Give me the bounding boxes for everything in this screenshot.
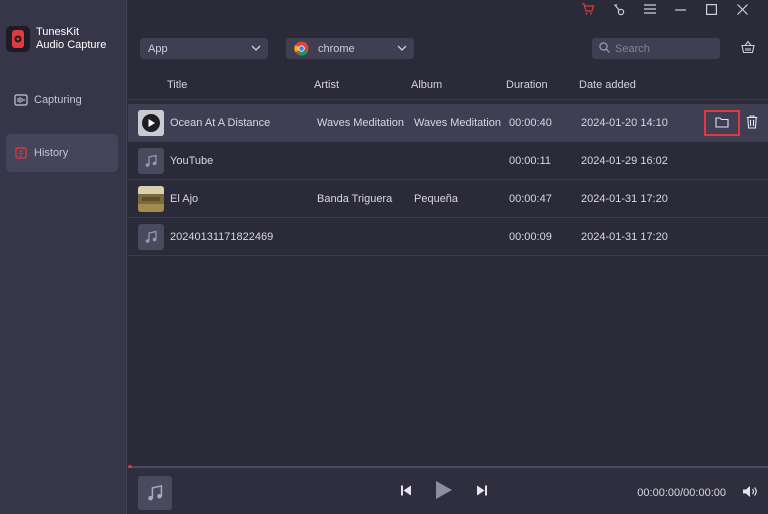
column-artist: Artist xyxy=(314,79,340,91)
sidebar-item-capturing[interactable]: Capturing xyxy=(6,81,118,119)
row-title: YouTube xyxy=(170,155,214,167)
browser-filter-value: chrome xyxy=(318,42,355,55)
delete-icon[interactable] xyxy=(746,114,758,132)
row-album: Waves Meditation xyxy=(414,117,502,129)
table-header: Title Artist Album Duration Date added xyxy=(128,72,768,100)
maximize-icon[interactable] xyxy=(696,0,727,18)
app-filter-dropdown[interactable]: App xyxy=(140,38,268,59)
cart-icon[interactable] xyxy=(572,0,603,18)
row-date: 2024-01-20 14:10 xyxy=(581,117,668,129)
search-box xyxy=(592,38,720,59)
music-note-icon xyxy=(138,148,164,174)
volume-icon[interactable] xyxy=(742,485,758,501)
row-actions xyxy=(704,110,758,136)
playback-time: 00:00:00/00:00:00 xyxy=(637,487,726,499)
app-name-line1: TunesKit xyxy=(36,26,80,38)
main-panel: App chrome Search Title Artist Album Dur… xyxy=(128,0,768,514)
chevron-down-icon xyxy=(397,43,407,56)
app-name-line2: Audio Capture xyxy=(36,39,107,51)
row-duration: 00:00:11 xyxy=(509,155,552,167)
search-input[interactable] xyxy=(615,42,715,55)
row-title: El Ajo xyxy=(170,193,199,205)
open-folder-button[interactable] xyxy=(704,110,740,136)
row-title: 20240131171822469 xyxy=(170,231,274,243)
row-duration: 00:00:40 xyxy=(509,117,552,129)
album-cover-icon xyxy=(138,186,164,212)
capture-icon xyxy=(14,93,28,107)
folder-icon xyxy=(715,116,729,131)
clear-basket-icon[interactable] xyxy=(741,40,755,57)
app-logo-icon xyxy=(6,26,30,52)
row-title: Ocean At A Distance xyxy=(170,117,271,129)
sidebar-item-label: Capturing xyxy=(34,94,82,106)
column-title: Title xyxy=(167,79,188,91)
play-icon[interactable] xyxy=(416,480,472,500)
history-icon xyxy=(14,146,28,160)
table-row[interactable]: YouTube 00:00:11 2024-01-29 16:02 xyxy=(128,142,768,180)
row-duration: 00:00:09 xyxy=(509,231,552,243)
sidebar-item-label: History xyxy=(34,147,69,159)
player-bar: 00:00:00/00:00:00 xyxy=(128,468,768,514)
menu-icon[interactable] xyxy=(634,0,665,18)
row-date: 2024-01-31 17:20 xyxy=(581,231,668,243)
row-album: Pequeña xyxy=(414,193,459,205)
row-artist: Banda Triguera xyxy=(317,193,393,205)
filter-bar: App chrome xyxy=(140,38,755,60)
table-row[interactable]: El Ajo Banda Triguera Pequeña 00:00:47 2… xyxy=(128,180,768,218)
column-date-added: Date added xyxy=(579,79,636,91)
window-controls xyxy=(572,0,758,18)
album-cover-icon xyxy=(138,110,164,136)
close-icon[interactable] xyxy=(727,0,758,18)
browser-filter-dropdown[interactable]: chrome xyxy=(286,38,414,59)
playback-controls xyxy=(396,480,492,500)
next-icon[interactable] xyxy=(472,485,492,496)
sidebar: TunesKit Audio Capture Capturing History xyxy=(0,0,127,514)
row-duration: 00:00:47 xyxy=(509,193,552,205)
app-brand: TunesKit Audio Capture xyxy=(6,26,106,52)
app-filter-value: App xyxy=(148,42,168,55)
sidebar-item-history[interactable]: History xyxy=(6,134,118,172)
chrome-icon xyxy=(294,41,309,56)
table-row[interactable]: Ocean At A Distance Waves Meditation Wav… xyxy=(128,104,768,142)
row-date: 2024-01-31 17:20 xyxy=(581,193,668,205)
chevron-down-icon xyxy=(251,43,261,56)
search-icon xyxy=(599,41,610,56)
minimize-icon[interactable] xyxy=(665,0,696,18)
row-date: 2024-01-29 16:02 xyxy=(581,155,668,167)
table-row[interactable]: 20240131171822469 00:00:09 2024-01-31 17… xyxy=(128,218,768,256)
key-icon[interactable] xyxy=(603,0,634,18)
column-album: Album xyxy=(411,79,443,91)
previous-icon[interactable] xyxy=(396,485,416,496)
now-playing-note-icon xyxy=(138,476,172,510)
music-note-icon xyxy=(138,224,164,250)
row-artist: Waves Meditation xyxy=(317,117,405,129)
column-duration: Duration xyxy=(506,79,548,91)
